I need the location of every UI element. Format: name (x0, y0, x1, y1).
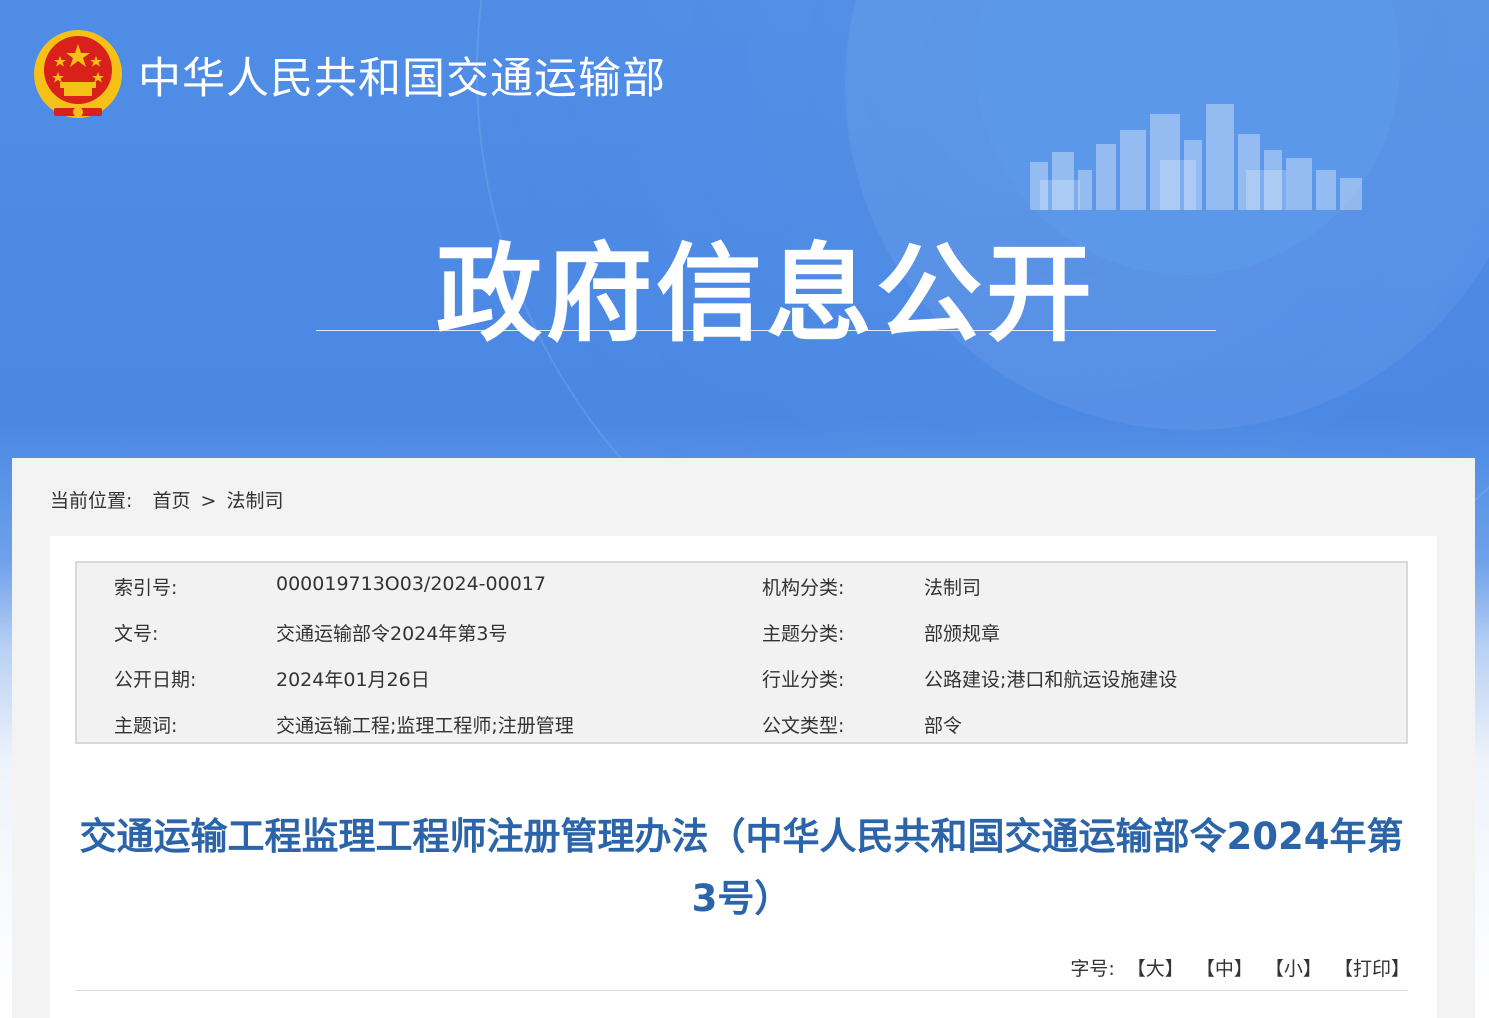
meta-value: 部颁规章 (924, 623, 1001, 645)
banner-title: 政府信息公开 (436, 233, 1096, 356)
meta-key: 公文类型: (762, 715, 845, 737)
breadcrumb: 当前位置: 首页 > 法制司 (50, 486, 288, 513)
meta-key: 索引号: (114, 577, 178, 599)
metadata-row: 索引号: 000019713O03/2024-00017 机构分类: 法制司 (77, 563, 1406, 609)
banner-divider (316, 330, 1216, 331)
metadata-row: 公开日期: 2024年01月26日 行业分类: 公路建设;港口和航运设施建设 (77, 655, 1406, 701)
metadata-table: 索引号: 000019713O03/2024-00017 机构分类: 法制司 文… (75, 561, 1408, 744)
meta-value: 法制司 (924, 577, 982, 599)
meta-value: 2024年01月26日 (276, 669, 430, 691)
meta-value: 交通运输部令2024年第3号 (276, 623, 508, 645)
meta-value: 部令 (924, 715, 963, 737)
national-emblem-icon (34, 30, 122, 118)
meta-key: 公开日期: (114, 669, 197, 691)
meta-value: 公路建设;港口和航运设施建设 (924, 669, 1178, 691)
breadcrumb-separator: > (200, 490, 217, 512)
print-button[interactable]: 【打印】 (1334, 958, 1410, 980)
divider (75, 990, 1408, 991)
metadata-row: 文号: 交通运输部令2024年第3号 主题分类: 部颁规章 (77, 609, 1406, 655)
meta-value: 交通运输工程;监理工程师;注册管理 (276, 715, 574, 737)
page-card: 当前位置: 首页 > 法制司 索引号: 000019713O03/2024-00… (12, 458, 1475, 1018)
meta-value: 000019713O03/2024-00017 (276, 573, 546, 595)
meta-key: 机构分类: (762, 577, 845, 599)
font-size-label: 字号: (1070, 958, 1115, 980)
font-small-button[interactable]: 【小】 (1265, 958, 1322, 980)
site-name[interactable]: 中华人民共和国交通运输部 (138, 44, 666, 106)
breadcrumb-current-link[interactable]: 法制司 (226, 490, 283, 512)
document-content: 索引号: 000019713O03/2024-00017 机构分类: 法制司 文… (50, 536, 1437, 1018)
breadcrumb-home-link[interactable]: 首页 (152, 490, 190, 512)
meta-key: 主题词: (114, 715, 178, 737)
breadcrumb-label: 当前位置: (50, 490, 133, 512)
meta-key: 行业分类: (762, 669, 845, 691)
font-large-button[interactable]: 【大】 (1127, 958, 1184, 980)
city-skyline-decoration (1030, 104, 1362, 210)
metadata-row: 主题词: 交通运输工程;监理工程师;注册管理 公文类型: 部令 (77, 701, 1406, 747)
meta-key: 文号: (114, 623, 159, 645)
meta-key: 主题分类: (762, 623, 845, 645)
document-title: 交通运输工程监理工程师注册管理办法（中华人民共和国交通运输部令2024年第3号） (79, 815, 1404, 920)
font-size-toolbar: 字号: 【大】 【中】 【小】 【打印】 (1070, 954, 1410, 981)
font-medium-button[interactable]: 【中】 (1196, 958, 1253, 980)
